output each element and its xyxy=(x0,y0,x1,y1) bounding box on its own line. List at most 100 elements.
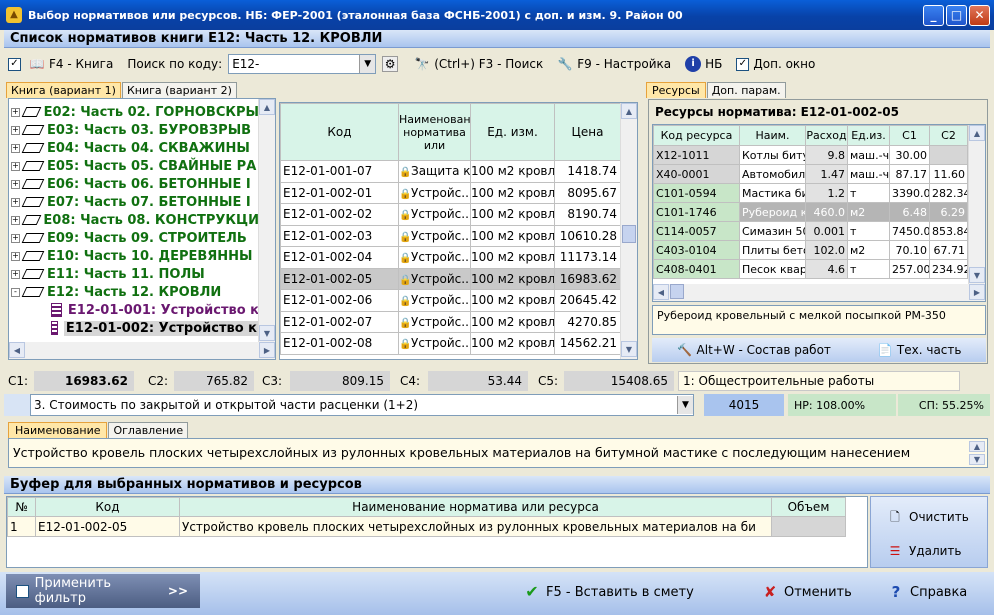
scroll-down-icon[interactable]: ▼ xyxy=(969,267,985,283)
settings-button[interactable]: 🔧 F9 - Настройка xyxy=(557,56,671,72)
apply-filter-button[interactable]: Применить фильтр >> xyxy=(6,574,200,608)
insert-button[interactable]: ✔ F5 - Вставить в смету xyxy=(524,584,694,600)
price-variant-combo[interactable]: 3. Стоимость по закрытой и открытой част… xyxy=(30,394,694,416)
col-unit[interactable]: Ед. изм. xyxy=(470,103,555,161)
col-price[interactable]: Цена xyxy=(554,103,621,161)
col-resource-code[interactable]: Код ресурса xyxy=(653,125,740,146)
table-row[interactable]: C114-0057Симазин 50%0.001т7450.00853.84 xyxy=(653,221,968,241)
apply-filter-checkbox[interactable] xyxy=(16,584,29,598)
scroll-down-icon[interactable]: ▼ xyxy=(621,341,637,357)
table-row[interactable]: E12-01-001-07🔒Защита к...100 м2 кровл141… xyxy=(280,160,621,183)
tree-item[interactable]: + E11: Часть 11. ПОЛЫ xyxy=(11,265,259,283)
tab-resources[interactable]: Ресурсы xyxy=(646,82,706,98)
scroll-thumb[interactable] xyxy=(670,284,684,299)
scroll-left-icon[interactable]: ◀ xyxy=(653,284,669,300)
works-button[interactable]: 🔨 Alt+W - Состав работ xyxy=(677,342,831,358)
extra-window-checkbox[interactable]: ✓ xyxy=(736,57,750,71)
tree-item[interactable]: + E04: Часть 04. СКВАЖИНЫ xyxy=(11,139,259,157)
scroll-left-icon[interactable]: ◀ xyxy=(9,342,25,358)
table-row[interactable]: E12-01-002-03 🔒Устройс... 100 м2 кровл 1061… xyxy=(280,224,621,247)
tab-contents[interactable]: Оглавление xyxy=(108,422,189,438)
tab-name[interactable]: Наименование xyxy=(8,422,108,438)
chevron-down-icon[interactable]: ▼ xyxy=(677,396,693,414)
tree-item[interactable]: + E08: Часть 08. КОНСТРУКЦИ xyxy=(11,211,259,229)
cancel-button[interactable]: ✘ Отменить xyxy=(762,584,852,600)
minimize-button[interactable]: _ xyxy=(923,4,944,26)
scroll-down-icon[interactable]: ▼ xyxy=(259,325,275,341)
col-buffer-name[interactable]: Наименование норматива или ресурса xyxy=(179,497,772,517)
tree-vscroll[interactable]: ▲ ▼ xyxy=(258,99,275,343)
expand-icon[interactable]: + xyxy=(11,251,20,261)
clear-button[interactable]: 🗋 Очистить xyxy=(871,497,987,525)
scroll-right-icon[interactable]: ▶ xyxy=(969,284,985,300)
tab-extra-params[interactable]: Доп. парам. xyxy=(706,82,786,98)
table-row[interactable]: E12-01-002-06 🔒Устройс... 100 м2 кровл 2064… xyxy=(280,289,621,312)
table-row[interactable]: E12-01-002-02 🔒Устройс... 100 м2 кровл 8190… xyxy=(280,203,621,226)
table-row[interactable]: C403-0104Плиты бетон102.0м270.1067.71 xyxy=(653,240,968,260)
help-button[interactable]: ? Справка xyxy=(888,584,968,600)
table-row[interactable]: E12-01-002-07 🔒Устройс... 100 м2 кровл 4270… xyxy=(280,310,621,333)
expand-icon[interactable]: + xyxy=(11,233,20,243)
toolbar-checkbox[interactable]: ✓ xyxy=(8,57,21,71)
col-code[interactable]: Код xyxy=(280,103,399,161)
scroll-up-icon[interactable]: ▲ xyxy=(969,441,985,452)
resources-vscroll[interactable]: ▲ ▼ xyxy=(968,125,985,285)
expand-icon[interactable]: + xyxy=(11,161,20,171)
tab-book-variant-1[interactable]: Книга (вариант 1) xyxy=(6,82,121,98)
expand-icon[interactable]: + xyxy=(11,197,20,207)
resources-hscroll[interactable]: ◀ ▶ xyxy=(653,284,985,301)
maximize-button[interactable]: □ xyxy=(946,4,967,26)
tree-item[interactable]: + E07: Часть 07. БЕТОННЫЕ I xyxy=(11,193,259,211)
col-resource-name[interactable]: Наим. xyxy=(739,125,806,146)
col-resource-unit[interactable]: Ед.из. xyxy=(847,125,890,146)
table-row[interactable]: X40-0001 Автомобили 1.47 маш.-ч 87.17 11.60 xyxy=(653,164,968,184)
col-resource-qty[interactable]: Расход xyxy=(805,125,848,146)
table-row[interactable]: E12-01-002-04 🔒Устройс... 100 м2 кровл 1117… xyxy=(280,246,621,269)
tree-hscroll[interactable]: ◀ ▶ xyxy=(9,342,275,359)
tab-book-variant-2[interactable]: Книга (вариант 2) xyxy=(121,82,237,98)
table-row[interactable]: C408-0401Песок кварц4.6т257.00234.92 xyxy=(653,259,968,279)
tree-item[interactable]: + E09: Часть 09. СТРОИТЕЛЬ xyxy=(11,229,259,247)
scroll-thumb[interactable] xyxy=(622,225,636,243)
table-row[interactable]: E12-01-002-08 🔒Устройс... 100 м2 кровл 1456… xyxy=(280,332,621,355)
table-row[interactable]: X12-1011Котлы битум9.8маш.-ч30.00 xyxy=(653,145,968,165)
scroll-up-icon[interactable]: ▲ xyxy=(259,99,275,115)
nb-button[interactable]: i НБ xyxy=(685,56,722,72)
expand-icon[interactable]: + xyxy=(11,107,20,117)
tree-item[interactable]: + E10: Часть 10. ДЕРЕВЯННЫ xyxy=(11,247,259,265)
col-resource-c2[interactable]: С2 xyxy=(929,125,968,146)
tree-item[interactable]: + E02: Часть 02. ГОРНОВСКРЫ xyxy=(11,103,259,121)
buffer-volume[interactable] xyxy=(771,516,846,537)
more-button[interactable]: >> xyxy=(168,584,188,598)
col-buffer-code[interactable]: Код xyxy=(35,497,180,517)
scroll-up-icon[interactable]: ▲ xyxy=(621,103,637,119)
expand-icon[interactable]: + xyxy=(11,179,20,189)
table-row[interactable]: E12-01-002-01 🔒Устройс... 100 м2 кровл 8095… xyxy=(280,181,621,204)
book-button[interactable]: 📖 F4 - Книга xyxy=(29,56,114,72)
expand-icon[interactable]: + xyxy=(11,143,20,153)
tree-item[interactable]: + E05: Часть 05. СВАЙНЫЕ РА xyxy=(11,157,259,175)
tree-child-item[interactable]: E12-01-001: Устройство к xyxy=(11,301,259,319)
expand-icon[interactable]: - xyxy=(11,287,20,297)
expand-icon[interactable]: + xyxy=(11,215,20,225)
table-row[interactable]: E12-01-002-05 🔒Устройс... 100 м2 кровл 1698… xyxy=(280,267,621,290)
norms-vscroll[interactable]: ▲ ▼ xyxy=(620,103,637,359)
scroll-right-icon[interactable]: ▶ xyxy=(259,342,275,358)
col-resource-c1[interactable]: С1 xyxy=(889,125,930,146)
col-name[interactable]: Наименование норматива или xyxy=(398,103,471,161)
scroll-up-icon[interactable]: ▲ xyxy=(969,125,985,141)
col-buffer-volume[interactable]: Объем xyxy=(771,497,846,517)
tech-part-button[interactable]: 📄 Тех. часть xyxy=(877,342,961,358)
tree-item[interactable]: - E12: Часть 12. КРОВЛИ xyxy=(11,283,259,301)
delete-button[interactable]: ☰ Удалить xyxy=(871,525,987,559)
expand-icon[interactable]: + xyxy=(11,269,20,279)
search-button[interactable]: 🔭 (Ctrl+) F3 - Поиск xyxy=(414,56,544,72)
scroll-down-icon[interactable]: ▼ xyxy=(969,454,985,465)
full-name-scroll[interactable]: ▲ ▼ xyxy=(969,441,985,465)
search-code-combo[interactable]: E12- ▼ xyxy=(228,54,377,74)
table-row[interactable]: 1 E12-01-002-05 Устройство кровель плоских… xyxy=(7,516,846,537)
chevron-down-icon[interactable]: ▼ xyxy=(359,55,376,73)
tree-child-item[interactable]: E12-01-002: Устройство к xyxy=(11,319,259,337)
tree-item[interactable]: + E03: Часть 03. БУРОВЗРЫВ xyxy=(11,121,259,139)
close-button[interactable]: ✕ xyxy=(969,4,990,26)
